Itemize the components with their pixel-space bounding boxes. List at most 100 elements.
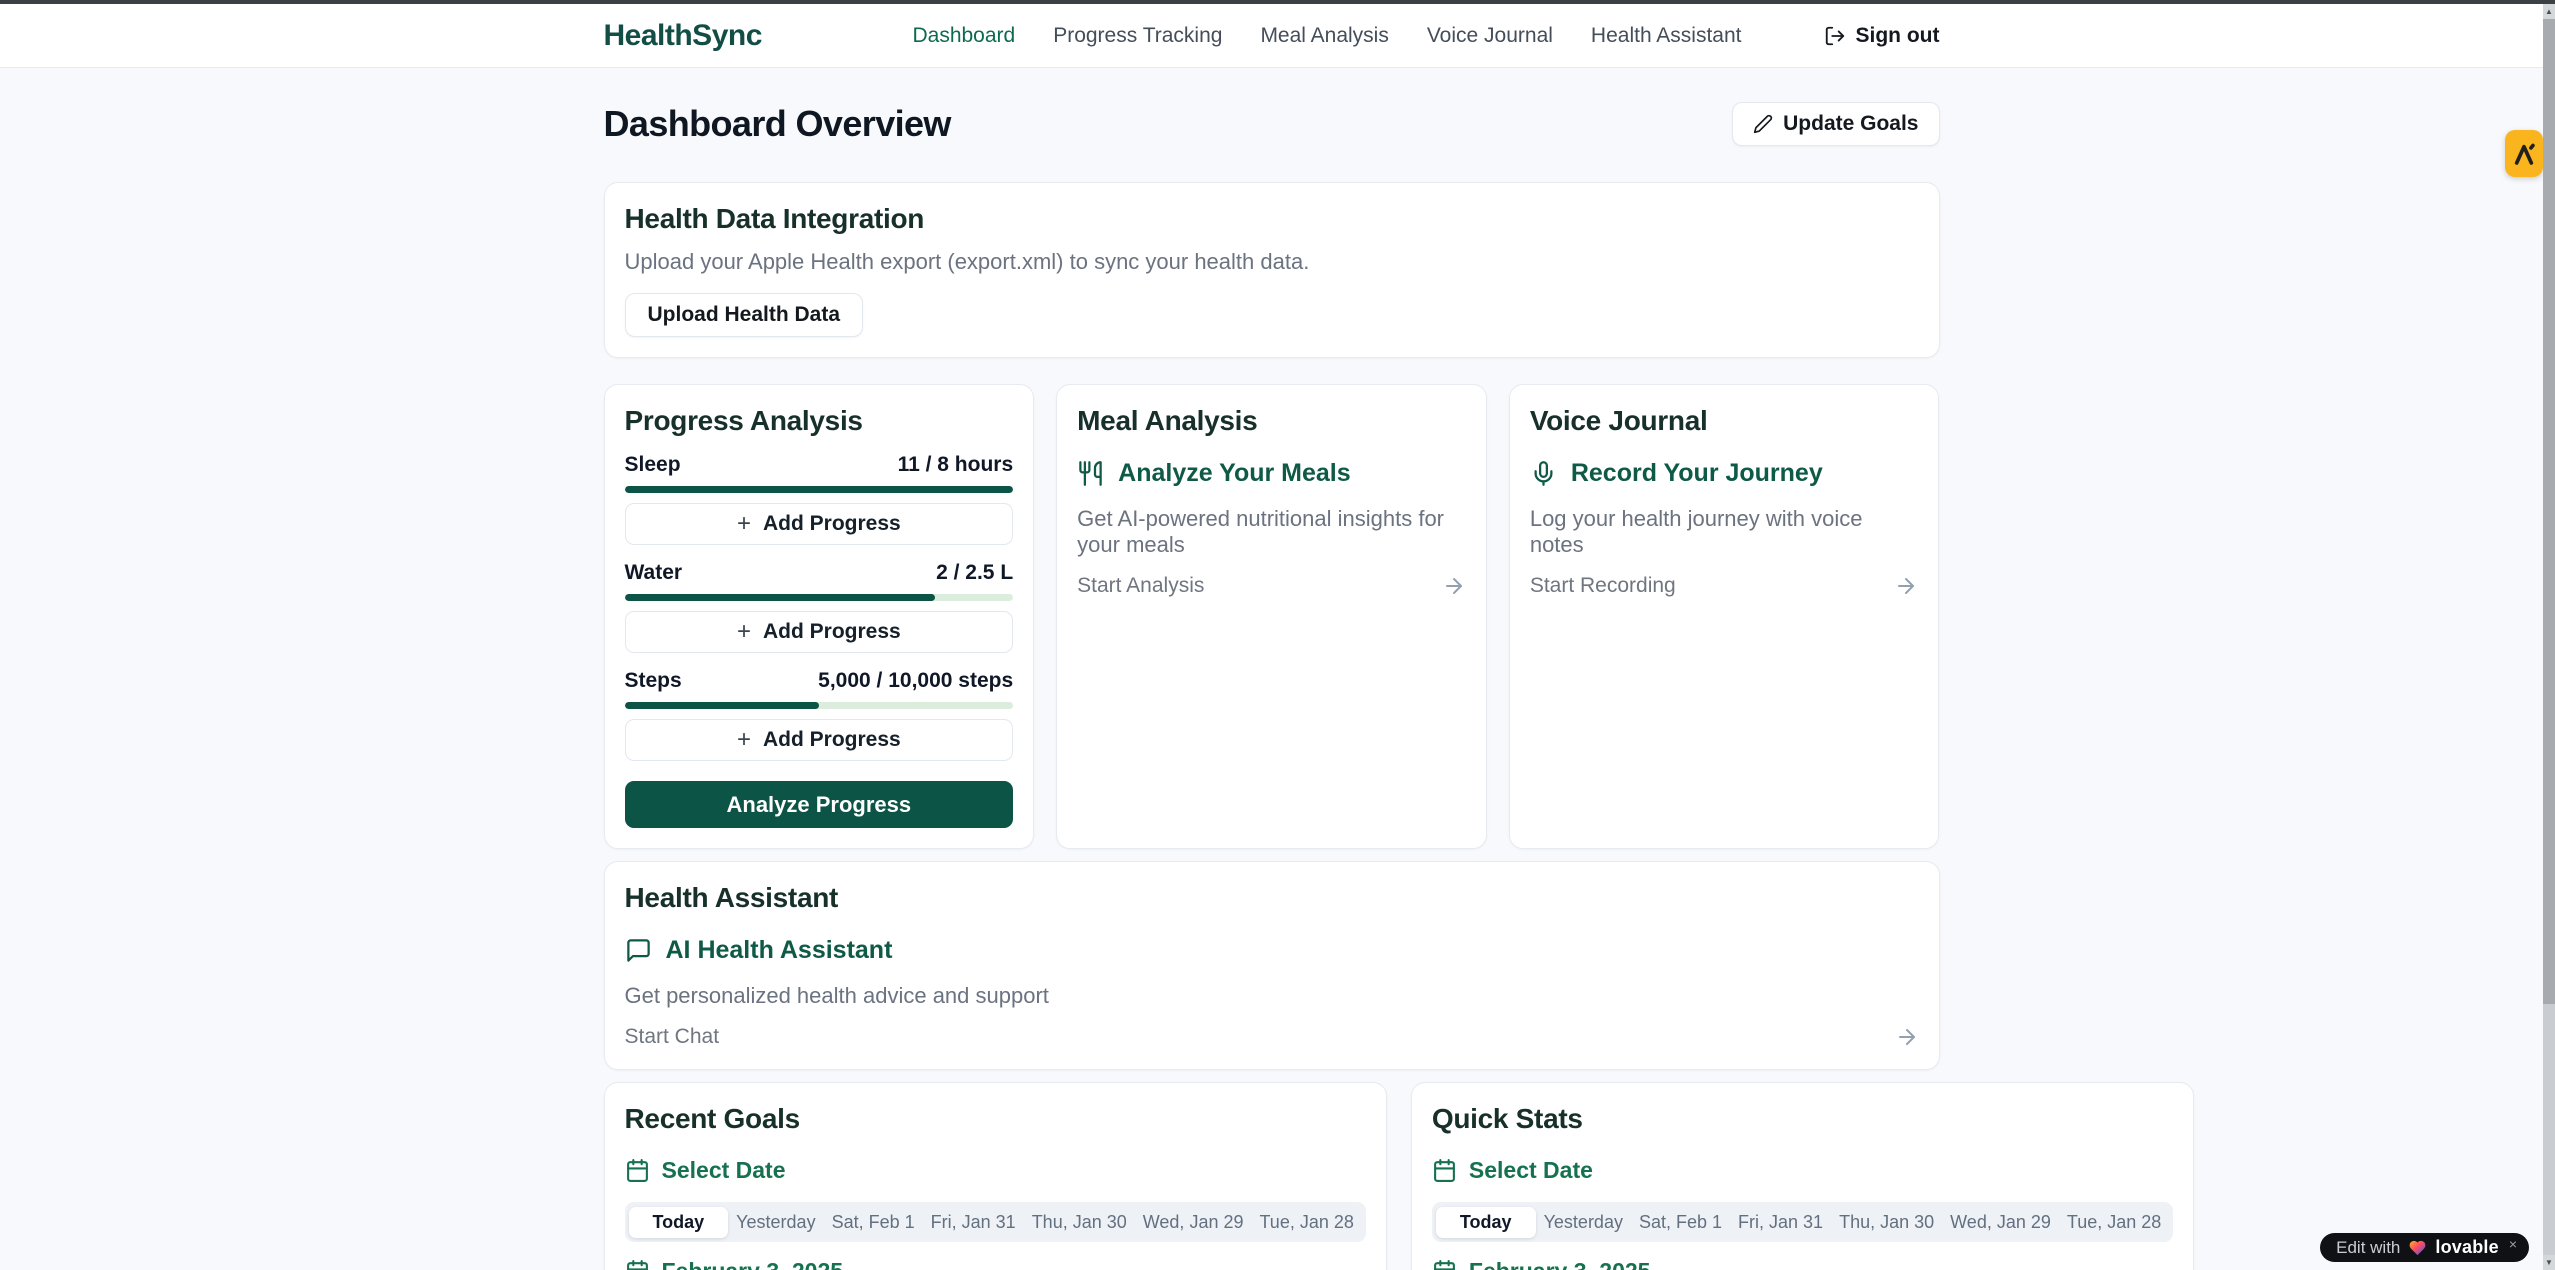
signout-button[interactable]: Sign out bbox=[1824, 24, 1940, 48]
date-tabs: Today Yesterday Sat, Feb 1 Fri, Jan 31 T… bbox=[625, 1202, 1366, 1242]
add-progress-label: Add Progress bbox=[763, 728, 901, 752]
nav-item-progress-tracking[interactable]: Progress Tracking bbox=[1053, 24, 1222, 48]
progress-analysis-card: Progress Analysis Sleep 11 / 8 hours +Ad… bbox=[604, 384, 1035, 849]
calendar-icon bbox=[1432, 1158, 1457, 1183]
start-recording-label: Start Recording bbox=[1530, 574, 1676, 598]
voice-link-label: Record Your Journey bbox=[1571, 459, 1823, 488]
tab-today[interactable]: Today bbox=[1436, 1207, 1536, 1238]
progress-bar-fill bbox=[625, 486, 1014, 493]
start-recording-button[interactable]: Start Recording bbox=[1530, 574, 1919, 598]
health-assistant-card: Health Assistant AI Health Assistant Get… bbox=[604, 861, 1940, 1070]
analyze-progress-button[interactable]: Analyze Progress bbox=[625, 781, 1014, 828]
metric-value: 11 / 8 hours bbox=[898, 453, 1014, 477]
selected-date[interactable]: February 3, 2025 bbox=[1432, 1258, 2173, 1270]
tab-sat-feb-1[interactable]: Sat, Feb 1 bbox=[824, 1207, 923, 1238]
metric-label: Steps bbox=[625, 669, 682, 693]
quick-stats-title: Quick Stats bbox=[1432, 1103, 2173, 1135]
tab-today[interactable]: Today bbox=[629, 1207, 729, 1238]
calendar-icon bbox=[625, 1259, 650, 1270]
microphone-icon bbox=[1530, 460, 1557, 487]
integration-description: Upload your Apple Health export (export.… bbox=[625, 249, 1919, 275]
tab-yesterday[interactable]: Yesterday bbox=[728, 1207, 823, 1238]
add-progress-label: Add Progress bbox=[763, 620, 901, 644]
healthsync-logo[interactable]: HealthSync bbox=[604, 19, 762, 53]
start-chat-label: Start Chat bbox=[625, 1025, 720, 1049]
badge-brand: lovable bbox=[2435, 1237, 2498, 1258]
start-chat-button[interactable]: Start Chat bbox=[625, 1025, 1919, 1049]
analyze-your-meals-link[interactable]: Analyze Your Meals bbox=[1077, 459, 1466, 488]
selected-date[interactable]: February 3, 2025 bbox=[625, 1258, 1366, 1270]
voice-journal-card: Voice Journal Record Your Journey Log yo… bbox=[1509, 384, 1940, 849]
browser-top-strip bbox=[0, 0, 2555, 4]
meal-title: Meal Analysis bbox=[1077, 405, 1466, 437]
tab-yesterday[interactable]: Yesterday bbox=[1536, 1207, 1631, 1238]
progress-bar bbox=[625, 486, 1014, 493]
select-date-button[interactable]: Select Date bbox=[1432, 1157, 2173, 1184]
ai-health-assistant-link[interactable]: AI Health Assistant bbox=[625, 936, 1919, 965]
page-title: Dashboard Overview bbox=[604, 103, 951, 145]
calendar-icon bbox=[1432, 1259, 1457, 1270]
recent-goals-title: Recent Goals bbox=[625, 1103, 1366, 1135]
add-progress-button[interactable]: + Add Progress bbox=[625, 503, 1014, 545]
assistant-title: Health Assistant bbox=[625, 882, 1919, 914]
signout-label: Sign out bbox=[1856, 24, 1940, 48]
integration-title: Health Data Integration bbox=[625, 203, 1919, 235]
metric-steps: Steps 5,000 / 10,000 steps +Add Progress bbox=[625, 669, 1014, 761]
assistant-link-label: AI Health Assistant bbox=[666, 936, 893, 965]
upload-health-data-button[interactable]: Upload Health Data bbox=[625, 293, 864, 337]
signout-icon bbox=[1824, 25, 1846, 47]
voice-description: Log your health journey with voice notes bbox=[1530, 506, 1919, 558]
utensils-icon bbox=[1077, 460, 1104, 487]
record-your-journey-link[interactable]: Record Your Journey bbox=[1530, 459, 1919, 488]
lovable-side-tab-button[interactable] bbox=[2505, 130, 2543, 177]
tab-fri-jan-31[interactable]: Fri, Jan 31 bbox=[923, 1207, 1024, 1238]
tab-fri-jan-31[interactable]: Fri, Jan 31 bbox=[1730, 1207, 1831, 1238]
tab-thu-jan-30[interactable]: Thu, Jan 30 bbox=[1024, 1207, 1135, 1238]
tab-wed-jan-29[interactable]: Wed, Jan 29 bbox=[1942, 1207, 2059, 1238]
heart-icon bbox=[2408, 1239, 2427, 1257]
tab-tue-jan-28[interactable]: Tue, Jan 28 bbox=[2059, 1207, 2169, 1238]
selected-date-label: February 3, 2025 bbox=[1469, 1258, 1651, 1270]
app-header: HealthSync Dashboard Progress Tracking M… bbox=[0, 4, 2543, 68]
scrollbar[interactable]: ▲ ▼ bbox=[2543, 4, 2555, 1270]
badge-close-button[interactable]: × bbox=[2509, 1233, 2517, 1252]
update-goals-button[interactable]: Update Goals bbox=[1732, 102, 1939, 146]
add-progress-label: Add Progress bbox=[763, 512, 901, 536]
recent-goals-card: Recent Goals Select Date Today Yesterday… bbox=[604, 1082, 1387, 1270]
add-progress-button[interactable]: + Add Progress bbox=[625, 611, 1014, 653]
meal-link-label: Analyze Your Meals bbox=[1118, 459, 1351, 488]
scroll-up-button[interactable]: ▲ bbox=[2543, 4, 2555, 19]
add-progress-button[interactable]: +Add Progress bbox=[625, 719, 1014, 761]
tab-sat-feb-1[interactable]: Sat, Feb 1 bbox=[1631, 1207, 1730, 1238]
assistant-description: Get personalized health advice and suppo… bbox=[625, 983, 1919, 1009]
nav-item-health-assistant[interactable]: Health Assistant bbox=[1591, 24, 1742, 48]
nav-item-voice-journal[interactable]: Voice Journal bbox=[1427, 24, 1553, 48]
calendar-icon bbox=[625, 1158, 650, 1183]
main-nav: Dashboard Progress Tracking Meal Analysi… bbox=[912, 24, 1939, 48]
arrow-right-icon bbox=[1895, 1025, 1919, 1049]
lovable-edit-badge[interactable]: Edit with lovable × bbox=[2320, 1233, 2529, 1262]
start-analysis-label: Start Analysis bbox=[1077, 574, 1204, 598]
nav-item-meal-analysis[interactable]: Meal Analysis bbox=[1260, 24, 1388, 48]
scroll-down-button[interactable]: ▼ bbox=[2543, 1255, 2555, 1270]
progress-bar bbox=[625, 702, 1014, 709]
select-date-button[interactable]: Select Date bbox=[625, 1157, 1366, 1184]
select-date-label: Select Date bbox=[1469, 1157, 1593, 1184]
plus-icon: + bbox=[737, 620, 751, 644]
metric-label: Water bbox=[625, 561, 683, 585]
start-analysis-button[interactable]: Start Analysis bbox=[1077, 574, 1466, 598]
arrow-right-icon bbox=[1442, 574, 1466, 598]
tab-tue-jan-28[interactable]: Tue, Jan 28 bbox=[1251, 1207, 1361, 1238]
nav-item-dashboard[interactable]: Dashboard bbox=[912, 24, 1015, 48]
plus-icon: + bbox=[737, 512, 751, 536]
progress-bar bbox=[625, 594, 1014, 601]
date-tabs: Today Yesterday Sat, Feb 1 Fri, Jan 31 T… bbox=[1432, 1202, 2173, 1242]
select-date-label: Select Date bbox=[662, 1157, 786, 1184]
metric-value: 2 / 2.5 L bbox=[936, 561, 1013, 585]
tab-thu-jan-30[interactable]: Thu, Jan 30 bbox=[1831, 1207, 1942, 1238]
arrow-right-icon bbox=[1894, 574, 1918, 598]
metric-value: 5,000 / 10,000 steps bbox=[818, 669, 1013, 693]
tab-wed-jan-29[interactable]: Wed, Jan 29 bbox=[1135, 1207, 1252, 1238]
scroll-thumb[interactable] bbox=[2543, 19, 2555, 1004]
update-goals-label: Update Goals bbox=[1783, 112, 1918, 136]
